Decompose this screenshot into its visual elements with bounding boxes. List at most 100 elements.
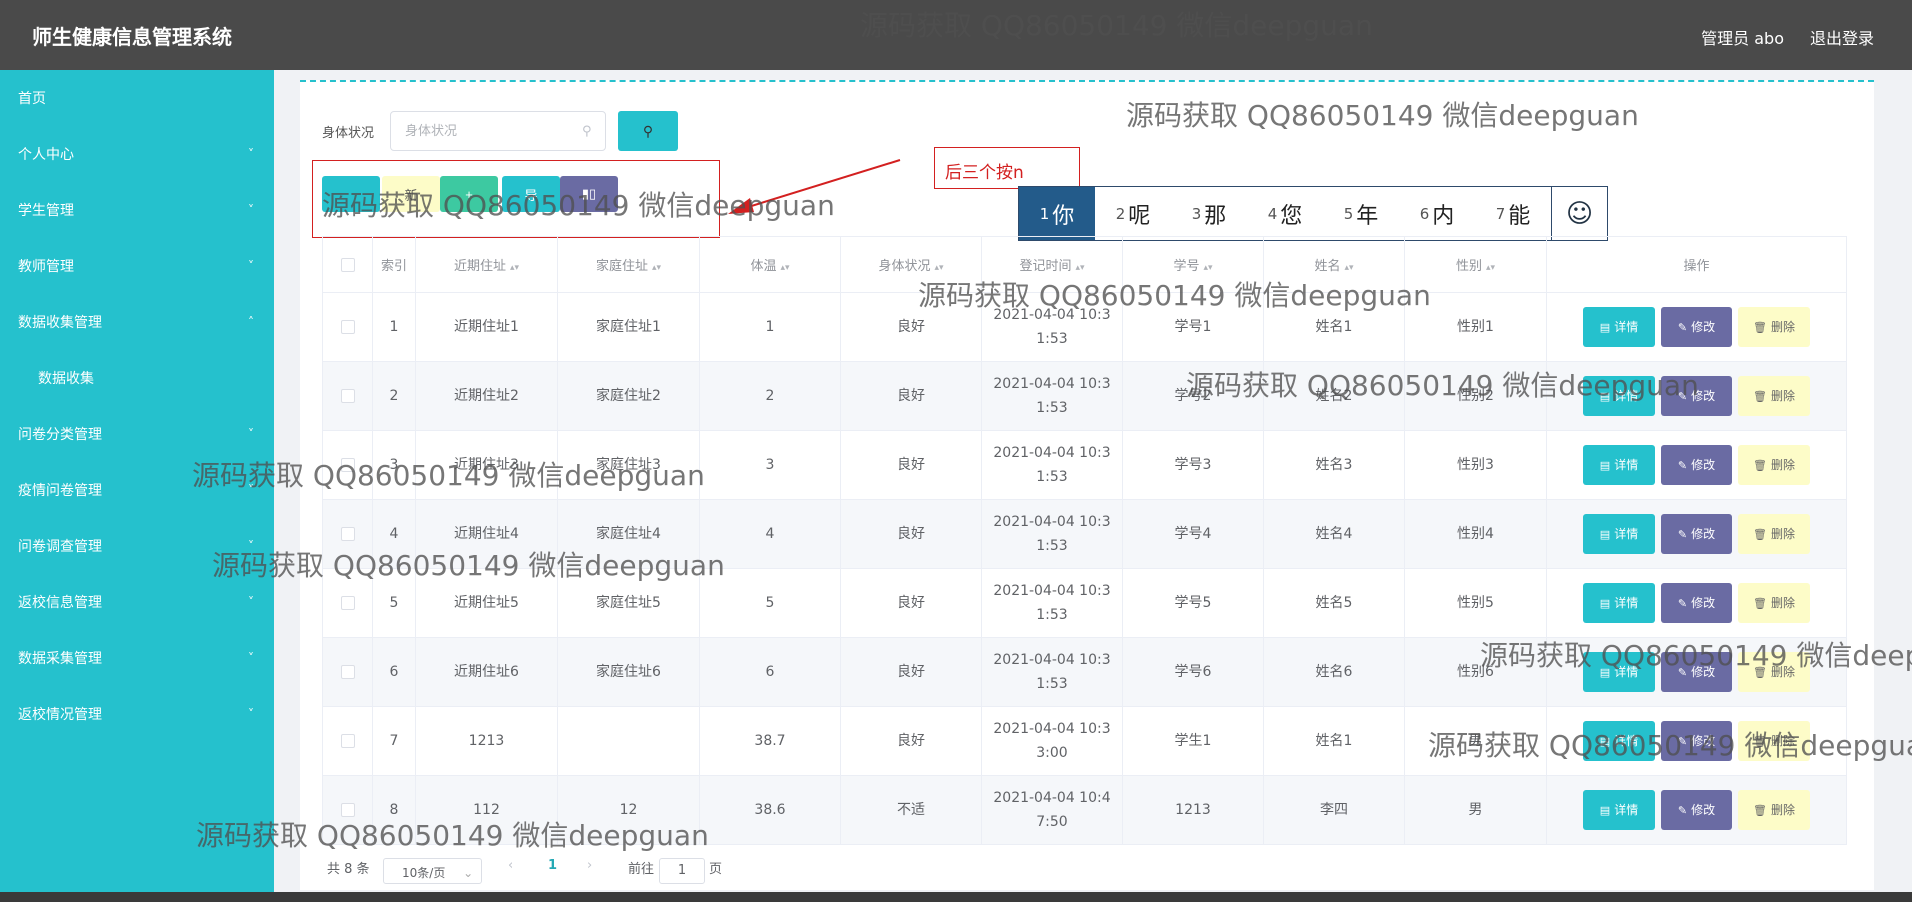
column-header[interactable]: 姓名 ▴▾ (1263, 236, 1405, 293)
edit-button[interactable]: ✎ 修改 (1661, 652, 1732, 692)
prev-page-button[interactable]: ‹ (508, 858, 513, 873)
ime-candidate[interactable]: 1你 (1019, 187, 1095, 240)
detail-button-label: 详情 (1614, 734, 1639, 748)
sidebar-item[interactable]: 问卷分类管理 ˅ (0, 406, 274, 462)
sidebar-item[interactable]: 个人中心 ˅ (0, 126, 274, 182)
row-checkbox[interactable] (340, 389, 355, 403)
detail-button[interactable]: ▤ 详情 (1583, 790, 1655, 830)
delete-button[interactable]: 🗑 删除 (1738, 376, 1810, 416)
row-checkbox[interactable] (340, 596, 355, 610)
column-header[interactable]: 身体状况 ▴▾ (840, 236, 982, 293)
ime-candidate[interactable]: 5年 (1323, 187, 1399, 240)
column-header-label: 操作 (1683, 259, 1710, 274)
ime-candidate[interactable]: 3那 (1171, 187, 1247, 240)
row-checkbox[interactable] (340, 320, 355, 334)
sidebar-item[interactable]: 首页 (0, 70, 274, 126)
edit-button[interactable]: ✎ 修改 (1661, 583, 1732, 623)
row-checkbox[interactable] (340, 527, 355, 541)
chevron-down-icon: ˅ (248, 539, 254, 553)
sort-icon[interactable]: ▴▾ (780, 263, 789, 273)
current-user[interactable]: 管理员 abo (1701, 25, 1784, 49)
delete-button[interactable]: 🗑 删除 (1738, 583, 1810, 623)
detail-button[interactable]: ▤ 详情 (1583, 652, 1655, 692)
goto-page-input[interactable]: 1 (659, 858, 705, 884)
ime-candidate[interactable]: 6内 (1399, 187, 1475, 240)
detail-button[interactable]: ▤ 详情 (1583, 307, 1655, 347)
delete-button[interactable]: 🗑 删除 (1738, 445, 1810, 485)
home-address-cell: 家庭住址5 (557, 568, 700, 638)
emoji-icon[interactable]: ☺ (1551, 187, 1607, 240)
logout-link[interactable]: 退出登录 (1810, 25, 1874, 49)
sort-icon[interactable]: ▴▾ (652, 263, 661, 273)
select-all-cell (322, 236, 373, 293)
table-row: 5 近期住址5 家庭住址5 5 良好 2021-04-04 10:3 1:53 学号5 姓名5 性… (322, 568, 1847, 638)
column-header[interactable]: 近期住址 ▴▾ (415, 236, 558, 293)
delete-button[interactable]: 🗑 删除 (1738, 652, 1810, 692)
actions-cell: ▤ 详情 ✎ 修改 🗑 删除 (1546, 361, 1847, 431)
row-checkbox[interactable] (340, 734, 355, 748)
sidebar-item[interactable]: 学生管理 ˅ (0, 182, 274, 238)
ime-candidate[interactable]: 7能 (1475, 187, 1551, 240)
checkbox-cell (322, 568, 373, 638)
sort-icon[interactable]: ▴▾ (1203, 263, 1212, 273)
page-number-current[interactable]: 1 (548, 858, 557, 873)
edit-button[interactable]: ✎ 修改 (1661, 376, 1732, 416)
edit-button[interactable]: ✎ 修改 (1661, 307, 1732, 347)
actions-cell: ▤ 详情 ✎ 修改 🗑 删除 (1546, 706, 1847, 776)
temperature-cell: 2 (699, 361, 841, 431)
row-checkbox[interactable] (340, 665, 355, 679)
column-header[interactable]: 性别 ▴▾ (1404, 236, 1547, 293)
sidebar-item[interactable]: 数据采集管理 ˅ (0, 630, 274, 686)
actions-cell: ▤ 详情 ✎ 修改 🗑 删除 (1546, 430, 1847, 500)
gender-cell: 性别1 (1404, 292, 1547, 362)
edit-button[interactable]: ✎ 修改 (1661, 445, 1732, 485)
sidebar-item[interactable]: 返校信息管理 ˅ (0, 574, 274, 630)
select-all-checkbox[interactable] (340, 257, 355, 272)
checkbox-cell (322, 637, 373, 707)
search-input[interactable] (390, 111, 606, 151)
row-checkbox[interactable] (340, 803, 355, 817)
detail-button[interactable]: ▤ 详情 (1583, 514, 1655, 554)
sort-icon[interactable]: ▴▾ (1486, 263, 1495, 273)
next-page-button[interactable]: › (587, 858, 592, 873)
sort-icon[interactable]: ▴▾ (510, 263, 519, 273)
sidebar-item[interactable]: 教师管理 ˅ (0, 238, 274, 294)
column-header[interactable]: 家庭住址 ▴▾ (557, 236, 700, 293)
search-button[interactable]: ⚲ (618, 111, 678, 151)
sidebar-item[interactable]: 数据收集管理 ˄ (0, 294, 274, 350)
edit-button[interactable]: ✎ 修改 (1661, 721, 1732, 761)
edit-button[interactable]: ✎ 修改 (1661, 514, 1732, 554)
sidebar-item[interactable]: 问卷调查管理 ˅ (0, 518, 274, 574)
column-header[interactable]: 登记时间 ▴▾ (981, 236, 1123, 293)
detail-button[interactable]: ▤ 详情 (1583, 721, 1655, 761)
delete-button[interactable]: 🗑 删除 (1738, 307, 1810, 347)
delete-button[interactable]: 🗑 删除 (1738, 790, 1810, 830)
sidebar-item[interactable]: 疫情问卷管理 ˅ (0, 462, 274, 518)
annotation-highlight-box (312, 160, 720, 238)
edit-button-label: 修改 (1691, 596, 1716, 610)
ime-candidate[interactable]: 4您 (1247, 187, 1323, 240)
sidebar-item[interactable]: 数据收集 (0, 350, 274, 406)
pencil-icon: ✎ (1677, 804, 1688, 817)
delete-button[interactable]: 🗑 删除 (1738, 514, 1810, 554)
column-header[interactable]: 体温 ▴▾ (699, 236, 841, 293)
sort-icon[interactable]: ▴▾ (1344, 263, 1353, 273)
sort-icon[interactable]: ▴▾ (934, 263, 943, 273)
checkbox-cell (322, 775, 373, 845)
row-checkbox[interactable] (340, 458, 355, 472)
column-header[interactable]: 学号 ▴▾ (1122, 236, 1264, 293)
edit-button[interactable]: ✎ 修改 (1661, 790, 1732, 830)
ime-candidate-number: 6 (1419, 204, 1430, 223)
delete-button[interactable]: 🗑 删除 (1738, 721, 1810, 761)
detail-button[interactable]: ▤ 详情 (1583, 583, 1655, 623)
ime-candidate[interactable]: 2呢 (1095, 187, 1171, 240)
register-time-line1: 2021-04-04 10:3 (993, 721, 1111, 737)
detail-button[interactable]: ▤ 详情 (1583, 445, 1655, 485)
chevron-down-icon: ˅ (248, 203, 254, 217)
sort-icon[interactable]: ▴▾ (1075, 263, 1084, 273)
edit-button-label: 修改 (1691, 389, 1716, 403)
detail-button-label: 详情 (1614, 596, 1639, 610)
page-size-select[interactable]: 10条/页 ⌄ (383, 858, 482, 884)
detail-button[interactable]: ▤ 详情 (1583, 376, 1655, 416)
sidebar-item[interactable]: 返校情况管理 ˅ (0, 686, 274, 742)
